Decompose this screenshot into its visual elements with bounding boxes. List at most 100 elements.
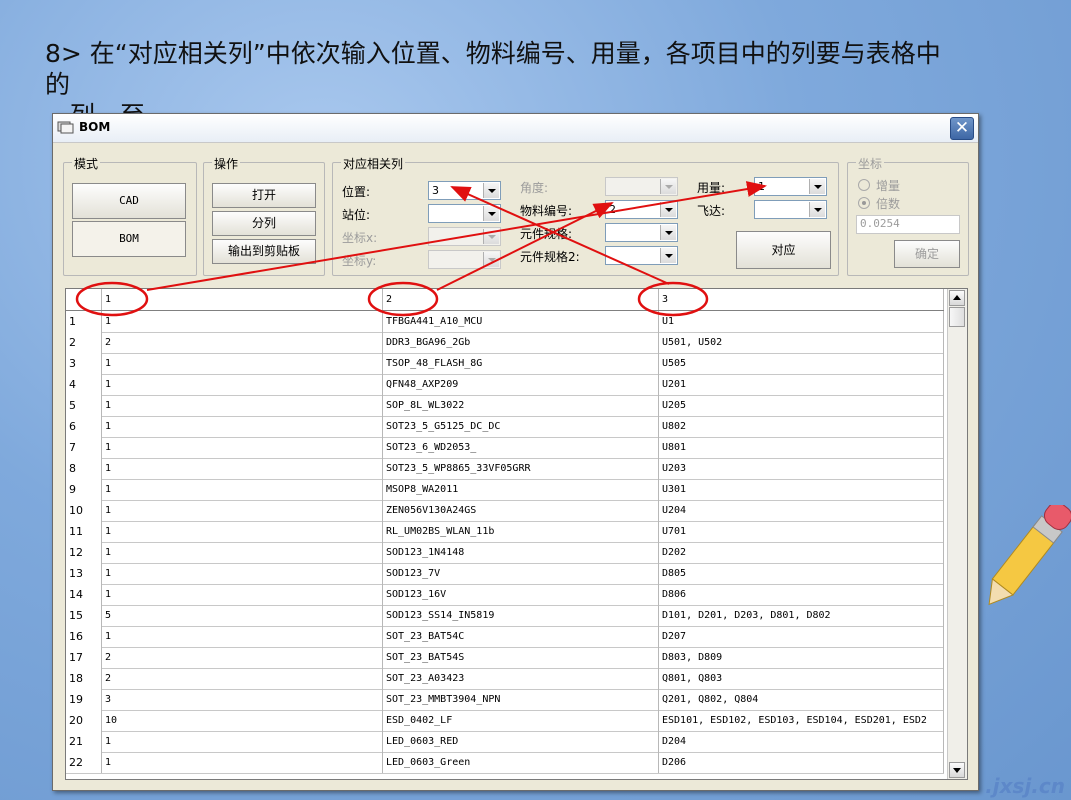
row-header[interactable]: 12 [66,542,102,563]
table-cell[interactable]: SOP_8L_WL3022 [383,395,659,416]
row-header[interactable]: 17 [66,647,102,668]
cad-button[interactable]: CAD [72,183,186,219]
table-cell[interactable]: SOT_23_A03423 [383,668,659,689]
table-cell[interactable]: SOT_23_BAT54S [383,647,659,668]
table-cell[interactable]: U801 [659,437,944,458]
table-cell[interactable]: 2 [102,647,383,668]
table-cell[interactable]: 10 [102,710,383,731]
table-cell[interactable]: D806 [659,584,944,605]
table-cell[interactable]: 1 [102,752,383,773]
table-cell[interactable]: D805 [659,563,944,584]
table-cell[interactable]: DDR3_BGA96_2Gb [383,332,659,353]
table-cell[interactable]: 1 [102,479,383,500]
table-cell[interactable]: 1 [102,416,383,437]
chevron-down-icon[interactable] [809,202,825,217]
table-cell[interactable]: 1 [102,458,383,479]
table-row[interactable]: 17 2 SOT_23_BAT54S D803, D809 [66,647,944,669]
row-header[interactable]: 8 [66,458,102,479]
table-row[interactable]: 14 1 SOD123_16V D806 [66,584,944,606]
row-header[interactable]: 3 [66,353,102,374]
scroll-up-icon[interactable] [949,290,965,306]
table-cell[interactable]: U501, U502 [659,332,944,353]
table-cell[interactable]: U203 [659,458,944,479]
table-cell[interactable]: 1 [102,626,383,647]
table-cell[interactable]: 1 [102,395,383,416]
table-row[interactable]: 7 1 SOT23_6_WD2053_ U801 [66,437,944,459]
table-cell[interactable]: 1 [102,731,383,752]
table-cell[interactable]: TFBGA441_A10_MCU [383,311,659,332]
row-header[interactable]: 18 [66,668,102,689]
spec-select[interactable] [605,223,678,242]
table-cell[interactable]: SOD123_1N4148 [383,542,659,563]
table-cell[interactable]: MSOP8_WA2011 [383,479,659,500]
table-cell[interactable]: U204 [659,500,944,521]
table-cell[interactable]: U201 [659,374,944,395]
table-row[interactable]: 11 1 RL_UM02BS_WLAN_11b U701 [66,521,944,543]
table-cell[interactable]: D204 [659,731,944,752]
row-header[interactable]: 19 [66,689,102,710]
table-cell[interactable]: TSOP_48_FLASH_8G [383,353,659,374]
chevron-down-icon[interactable] [660,202,676,217]
table-row[interactable]: 8 1 SOT23_5_WP8865_33VF05GRR U203 [66,458,944,480]
multiple-radio[interactable]: 倍数 [858,195,900,212]
table-cell[interactable]: D207 [659,626,944,647]
table-cell[interactable]: ESD101, ESD102, ESD103, ESD104, ESD201, … [659,710,944,731]
table-row[interactable]: 2 2 DDR3_BGA96_2Gb U501, U502 [66,332,944,354]
row-header[interactable]: 1 [66,311,102,332]
table-cell[interactable]: 1 [102,521,383,542]
table-cell[interactable]: U1 [659,311,944,332]
table-cell[interactable]: ZEN056V130A24GS [383,500,659,521]
row-header[interactable]: 5 [66,395,102,416]
table-cell[interactable]: SOT_23_BAT54C [383,626,659,647]
table-row[interactable]: 20 10 ESD_0402_LF ESD101, ESD102, ESD103, E… [66,710,944,732]
table-cell[interactable]: 1 [102,374,383,395]
row-header[interactable]: 4 [66,374,102,395]
table-cell[interactable]: SOT23_6_WD2053_ [383,437,659,458]
table-cell[interactable]: 5 [102,605,383,626]
row-header[interactable]: 11 [66,521,102,542]
table-row[interactable]: 21 1 LED_0603_RED D204 [66,731,944,753]
chevron-down-icon[interactable] [660,225,676,240]
table-row[interactable]: 16 1 SOT_23_BAT54C D207 [66,626,944,648]
table-cell[interactable]: SOT23_5_WP8865_33VF05GRR [383,458,659,479]
row-header[interactable]: 9 [66,479,102,500]
table-row[interactable]: 9 1 MSOP8_WA2011 U301 [66,479,944,501]
table-row[interactable]: 15 5 SOD123_SS14_IN5819 D101, D201, D203, D… [66,605,944,627]
table-row[interactable]: 3 1 TSOP_48_FLASH_8G U505 [66,353,944,375]
spec2-select[interactable] [605,246,678,265]
table-cell[interactable]: LED_0603_Green [383,752,659,773]
table-cell[interactable]: LED_0603_RED [383,731,659,752]
table-cell[interactable]: 2 [102,668,383,689]
row-header[interactable]: 13 [66,563,102,584]
table-cell[interactable]: SOD123_7V [383,563,659,584]
table-cell[interactable]: 2 [102,332,383,353]
table-row[interactable]: 18 2 SOT_23_A03423 Q801, Q803 [66,668,944,690]
table-row[interactable]: 4 1 QFN48_AXP209 U201 [66,374,944,396]
table-cell[interactable]: 1 [102,542,383,563]
row-header[interactable]: 7 [66,437,102,458]
table-cell[interactable]: 3 [102,689,383,710]
feeder-select[interactable] [754,200,827,219]
chevron-down-icon[interactable] [809,179,825,194]
apply-mapping-button[interactable]: 对应 [736,231,831,269]
chevron-down-icon[interactable] [483,206,499,221]
chevron-down-icon[interactable] [483,183,499,198]
row-header[interactable]: 15 [66,605,102,626]
table-cell[interactable]: SOD123_16V [383,584,659,605]
row-header[interactable]: 21 [66,731,102,752]
qty-select[interactable]: 1 [754,177,827,196]
table-row[interactable]: 13 1 SOD123_7V D805 [66,563,944,585]
position-select[interactable]: 3 [428,181,501,200]
chevron-down-icon[interactable] [660,248,676,263]
table-row[interactable]: 6 1 SOT23_5_G5125_DC_DC U802 [66,416,944,438]
row-header[interactable]: 6 [66,416,102,437]
table-cell[interactable]: 1 [102,353,383,374]
column-header[interactable]: 1 [102,289,383,310]
open-button[interactable]: 打开 [212,183,316,208]
bom-table[interactable]: 1 2 3 1 1 TFBGA441_A10_MCU U1 2 2 DDR3_BGA96_2Gb U… [65,288,968,780]
table-cell[interactable]: D803, D809 [659,647,944,668]
close-button[interactable]: ✕ [950,117,974,140]
title-bar[interactable]: BOM ✕ [53,114,978,143]
export-clipboard-button[interactable]: 输出到剪贴板 [212,239,316,264]
table-cell[interactable]: D101, D201, D203, D801, D802 [659,605,944,626]
